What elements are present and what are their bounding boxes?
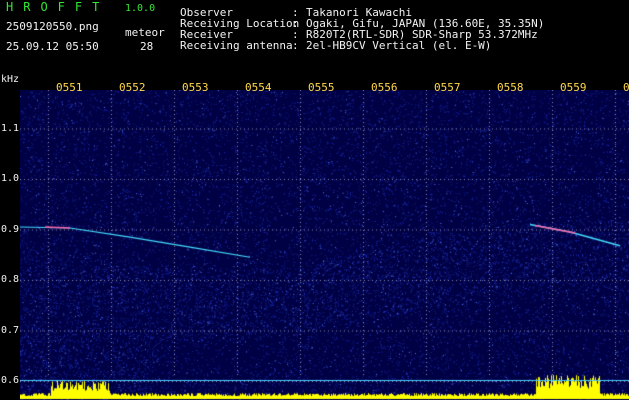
y-tick-label: 1.0 <box>1 173 20 184</box>
y-tick-label: 1.1 <box>1 122 20 134</box>
x-tick-label: 0557 <box>434 81 461 94</box>
y-tick-label: 0.7 <box>1 324 20 336</box>
image-filename: 2509120550.png <box>6 20 99 33</box>
spectrogram-canvas <box>20 90 629 400</box>
x-tick-label: 0551 <box>56 81 83 94</box>
x-tick-label: 0600 <box>623 81 629 94</box>
x-tick-label: 0559 <box>560 81 587 94</box>
x-tick-label: 0556 <box>371 81 398 94</box>
y-tick-label: 0.8 <box>1 274 20 285</box>
header-panel: HROFFT 1.0.0 2509120550.png meteor 25.09… <box>0 0 629 70</box>
meteor-count: 28 <box>140 40 154 53</box>
spectrogram-panel: kHz 0551 0552 0553 0554 0555 0556 0557 0558 0559… <box>0 70 629 400</box>
y-tick-label: 0.9 <box>1 223 20 235</box>
y-unit-label: kHz <box>1 74 20 85</box>
meteor-label: meteor <box>125 26 165 39</box>
x-tick-label: 0555 <box>308 81 335 94</box>
x-tick-label: 0553 <box>182 81 209 94</box>
x-tick-label: 0552 <box>119 81 146 94</box>
y-tick-label: 0.6 <box>1 375 20 386</box>
antenna-label: Receiving antenna <box>180 39 293 52</box>
app-version: 1.0.0 <box>125 3 156 14</box>
antenna-sep: : <box>292 39 299 52</box>
x-tick-label: 0558 <box>497 81 524 94</box>
x-tick-label: 0554 <box>245 81 272 94</box>
antenna-value: 2el-HB9CV Vertical (el. E-W) <box>306 39 492 52</box>
capture-datetime: 25.09.12 05:50 <box>6 40 99 53</box>
app-brand: HROFFT <box>6 0 110 14</box>
